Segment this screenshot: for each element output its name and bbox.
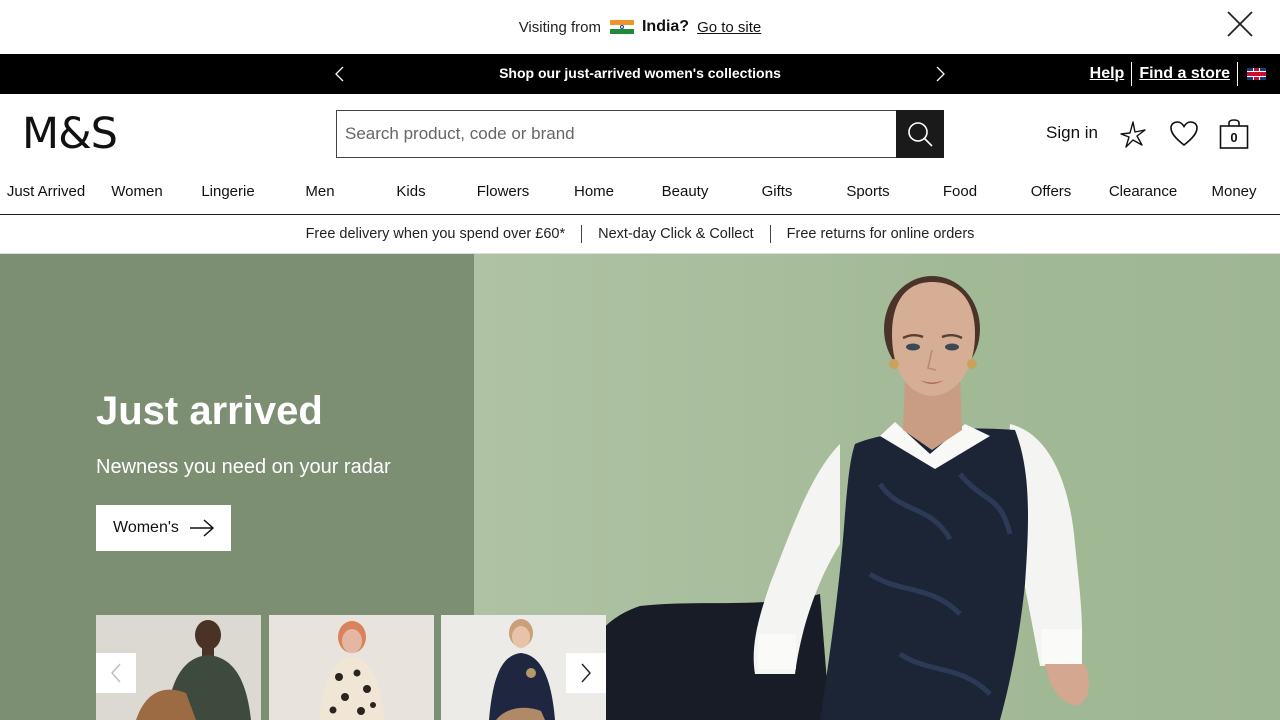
nav-item-gifts[interactable]: Gifts [762, 183, 793, 200]
logo[interactable]: M&S [22, 110, 118, 158]
promo-strip: Shop our just-arrived women's collection… [0, 54, 1280, 94]
nav-item-just-arrived[interactable]: Just Arrived [7, 183, 85, 200]
chevron-right-icon [581, 663, 591, 683]
bag-count: 0 [1230, 130, 1238, 145]
womens-button-label: Women's [113, 519, 179, 536]
nav-item-sports[interactable]: Sports [846, 183, 889, 200]
nav-item-women[interactable]: Women [111, 183, 162, 200]
nav-item-flowers[interactable]: Flowers [477, 183, 530, 200]
visiting-label: Visiting from [518, 18, 601, 36]
nav-item-money[interactable]: Money [1211, 183, 1256, 200]
utility-links: Help Find a store [1083, 62, 1266, 86]
nav-item-men[interactable]: Men [305, 183, 334, 200]
service-strip: Free delivery when you spend over £60* N… [0, 214, 1280, 254]
nav-item-lingerie[interactable]: Lingerie [201, 183, 254, 200]
nav-item-clearance[interactable]: Clearance [1109, 183, 1177, 200]
country-name: India? [641, 18, 690, 35]
carousel-image [319, 621, 385, 720]
sparkle-icon[interactable] [1117, 118, 1147, 150]
bag-button[interactable]: 0 [1219, 118, 1249, 150]
country-banner: Visiting from India? Go to site [0, 0, 1280, 54]
main-nav: Just Arrived Women Lingerie Men Kids Flo… [0, 183, 1280, 205]
product-carousel [96, 615, 606, 720]
free-returns-message[interactable]: Free returns for online orders [771, 226, 991, 242]
close-icon[interactable] [1226, 10, 1254, 38]
hero-title: Just arrived [96, 389, 323, 433]
divider [1237, 62, 1238, 86]
nav-item-home[interactable]: Home [574, 183, 614, 200]
sign-in-link[interactable]: Sign in [1046, 123, 1098, 143]
chevron-right-icon[interactable] [931, 65, 949, 83]
nav-item-food[interactable]: Food [943, 183, 977, 200]
nav-item-offers[interactable]: Offers [1031, 183, 1072, 200]
nav-item-kids[interactable]: Kids [396, 183, 425, 200]
carousel-next-button[interactable] [566, 653, 606, 693]
hero-subtitle: Newness you need on your radar [96, 456, 391, 478]
womens-button[interactable]: Women's [96, 505, 231, 551]
click-collect-message[interactable]: Next-day Click & Collect [582, 226, 770, 242]
find-a-store-link[interactable]: Find a store [1132, 65, 1237, 83]
carousel-item[interactable] [269, 615, 434, 720]
india-flag-icon [609, 20, 634, 34]
hero-banner: Just arrived Newness you need on your ra… [0, 254, 1280, 720]
chevron-left-icon [111, 663, 121, 683]
search-input[interactable] [337, 111, 897, 157]
arrow-right-icon [189, 519, 215, 537]
free-delivery-message[interactable]: Free delivery when you spend over £60* [290, 226, 582, 242]
search-bar [336, 110, 944, 158]
help-link[interactable]: Help [1083, 65, 1132, 83]
go-to-site-link[interactable]: Go to site [697, 19, 761, 36]
carousel-prev-button[interactable] [96, 653, 136, 693]
uk-flag-icon[interactable] [1247, 68, 1266, 80]
heart-icon[interactable] [1169, 118, 1199, 150]
search-icon [908, 122, 933, 147]
nav-item-beauty[interactable]: Beauty [662, 183, 709, 200]
search-button[interactable] [896, 110, 944, 158]
